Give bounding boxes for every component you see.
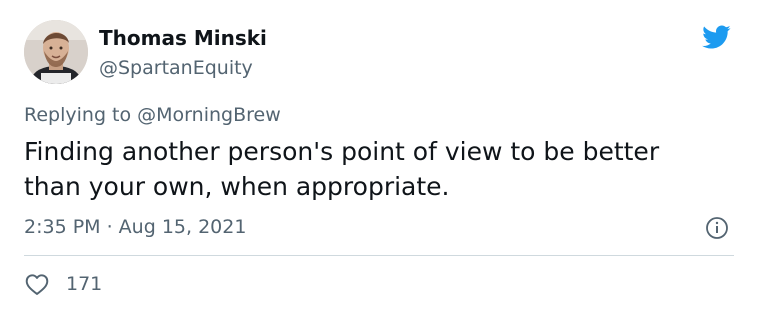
reply-target-link[interactable]: @MorningBrew (137, 104, 281, 126)
divider (24, 255, 734, 256)
tweet-text: Finding another person's point of view t… (24, 137, 660, 201)
info-icon[interactable] (705, 216, 729, 240)
avatar[interactable] (24, 20, 88, 84)
twitter-bird-icon[interactable] (698, 22, 734, 52)
tweet-timestamp[interactable]: 2:35 PM · Aug 15, 2021 (24, 215, 246, 239)
like-count: 171 (66, 273, 103, 295)
avatar-photo (24, 20, 88, 84)
reply-prefix: Replying to (24, 104, 138, 126)
author-handle[interactable]: @SpartanEquity (99, 56, 253, 80)
tweet-card: Thomas Minski @SpartanEquity Replying to… (0, 0, 758, 311)
heart-outline-icon[interactable] (24, 272, 50, 296)
author-name[interactable]: Thomas Minski (99, 26, 267, 50)
like-button[interactable]: 171 (24, 270, 102, 298)
reply-context: Replying to @MorningBrew (24, 103, 281, 127)
